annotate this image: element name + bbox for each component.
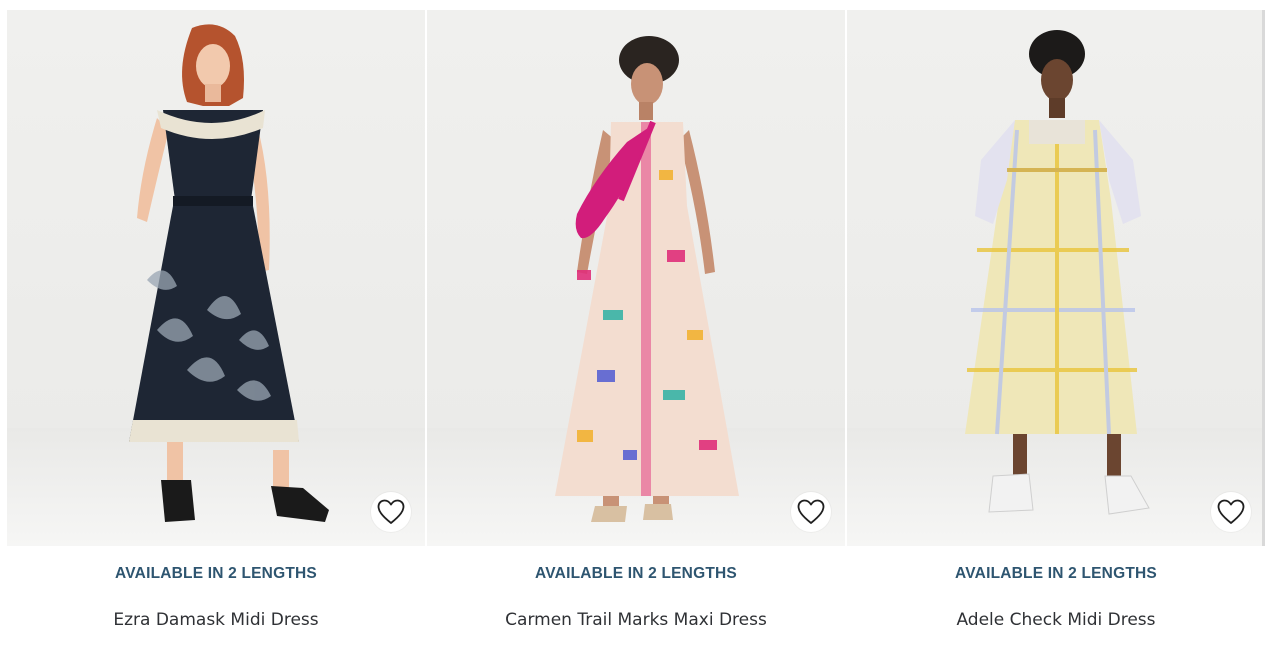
heart-outline-icon: [797, 499, 825, 524]
model-in-dress-figure: [129, 24, 329, 522]
product-name-link[interactable]: Ezra Damask Midi Dress: [7, 610, 425, 630]
available-lengths-label: AVAILABLE IN 2 LENGTHS: [115, 565, 317, 582]
heart-outline-icon: [377, 499, 405, 524]
product-image[interactable]: [847, 10, 1265, 546]
model-in-dress-figure: [965, 30, 1150, 515]
wishlist-button[interactable]: [791, 492, 831, 532]
product-name-link[interactable]: Adele Check Midi Dress: [847, 610, 1265, 630]
available-lengths-label: AVAILABLE IN 2 LENGTHS: [955, 565, 1157, 582]
product-name-link[interactable]: Carmen Trail Marks Maxi Dress: [427, 610, 845, 630]
product-image[interactable]: [427, 10, 845, 546]
product-grid: AVAILABLE IN 2 LENGTHS Ezra Damask Midi …: [7, 10, 1270, 647]
heart-outline-icon: [1217, 499, 1245, 524]
wishlist-button[interactable]: [1211, 492, 1251, 532]
product-image[interactable]: [7, 10, 425, 546]
model-in-dress-figure: [555, 36, 739, 522]
product-card: AVAILABLE IN 2 LENGTHS Adele Check Midi …: [847, 10, 1265, 647]
wishlist-button[interactable]: [371, 492, 411, 532]
product-card: AVAILABLE IN 2 LENGTHS Carmen Trail Mark…: [427, 10, 845, 647]
next-card-edge: [1262, 10, 1265, 546]
available-lengths-label: AVAILABLE IN 2 LENGTHS: [535, 565, 737, 582]
product-card: AVAILABLE IN 2 LENGTHS Ezra Damask Midi …: [7, 10, 425, 647]
